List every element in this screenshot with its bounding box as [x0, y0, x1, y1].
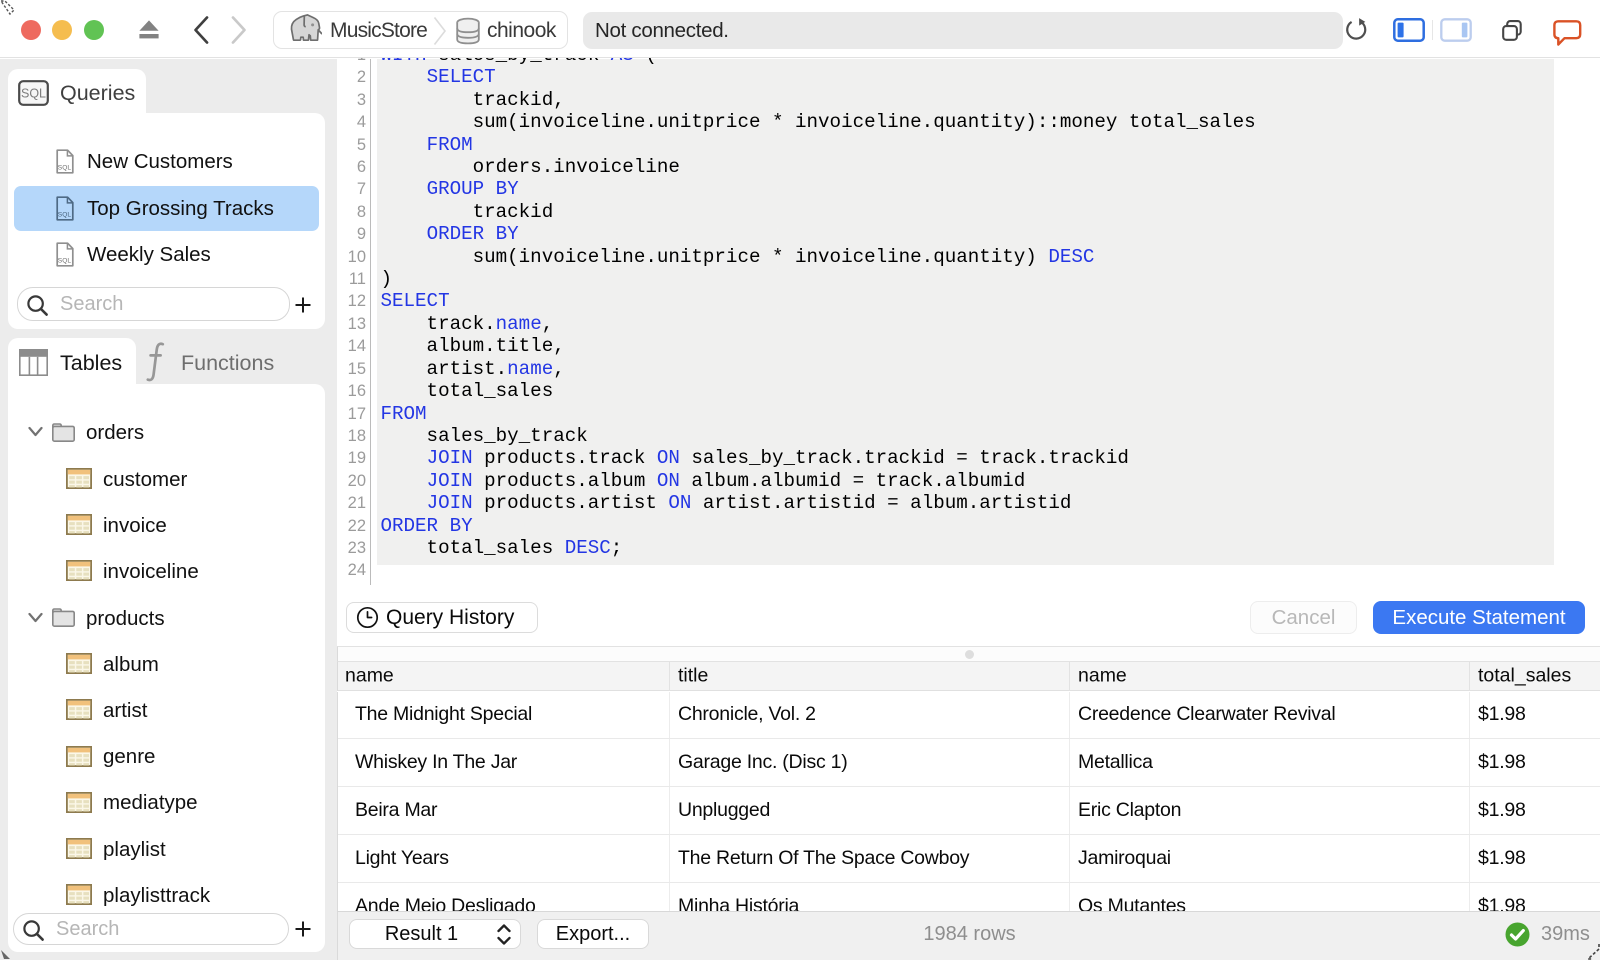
- svg-text:SQL: SQL: [21, 87, 46, 101]
